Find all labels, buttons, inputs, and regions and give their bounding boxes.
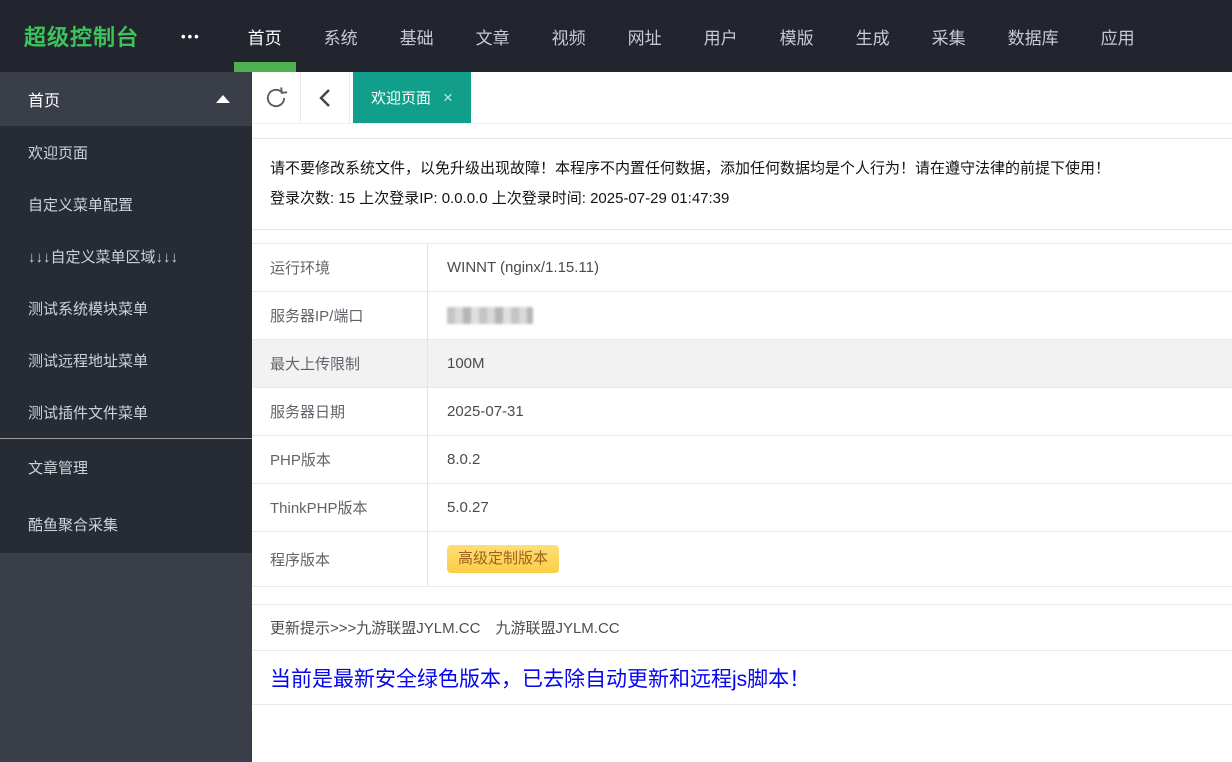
row-value: 5.0.27	[447, 499, 489, 516]
row-label: 程序版本	[252, 532, 428, 586]
nav-item-home[interactable]: 首页	[227, 0, 303, 72]
tab-welcome-page[interactable]: 欢迎页面 ×	[353, 72, 471, 123]
sidebar-group-home[interactable]: 首页	[0, 72, 252, 126]
caret-up-icon	[216, 95, 230, 103]
sidebar-collapse-icon[interactable]: •••	[181, 0, 201, 72]
sidebar-item-test-remote-url[interactable]: 测试远程地址菜单	[0, 334, 252, 386]
table-row-program-version: 程序版本 高级定制版本	[252, 532, 1232, 587]
sidebar-submenu: 欢迎页面 自定义菜单配置 ↓↓↓自定义菜单区域↓↓↓ 测试系统模块菜单 测试远程…	[0, 126, 252, 553]
row-label: 运行环境	[252, 244, 428, 291]
row-label: PHP版本	[252, 436, 428, 483]
welcome-page: 请不要修改系统文件，以免升级出现故障！本程序不内置任何数据，添加任何数据均是个人…	[252, 124, 1232, 762]
content: 欢迎页面 × 请不要修改系统文件，以免升级出现故障！本程序不内置任何数据，添加任…	[252, 72, 1232, 762]
system-notice-line1: 请不要修改系统文件，以免升级出现故障！本程序不内置任何数据，添加任何数据均是个人…	[270, 160, 1111, 177]
tab-welcome-page-label: 欢迎页面	[371, 90, 432, 107]
row-label: 服务器日期	[252, 388, 428, 435]
row-label: ThinkPHP版本	[252, 484, 428, 531]
nav-item-basic[interactable]: 基础	[379, 0, 455, 72]
refresh-button[interactable]	[252, 72, 301, 123]
back-button[interactable]	[301, 72, 350, 123]
sidebar-group-home-label: 首页	[28, 93, 61, 110]
nav-item-collect[interactable]: 采集	[911, 0, 987, 72]
nav-item-database[interactable]: 数据库	[987, 0, 1080, 72]
top-nav: 首页 系统 基础 文章 视频 网址 用户 模版 生成 采集 数据库 应用	[227, 0, 1156, 72]
main-area: 首页 欢迎页面 自定义菜单配置 ↓↓↓自定义菜单区域↓↓↓ 测试系统模块菜单 测…	[0, 72, 1232, 762]
topbar: 超级控制台 ••• 首页 系统 基础 文章 视频 网址 用户 模版 生成 采集 …	[0, 0, 1232, 72]
row-value: WINNT (nginx/1.15.11)	[447, 259, 599, 276]
row-label: 最大上传限制	[252, 340, 428, 387]
system-notice: 请不要修改系统文件，以免升级出现故障！本程序不内置任何数据，添加任何数据均是个人…	[252, 138, 1232, 230]
nav-item-generate[interactable]: 生成	[835, 0, 911, 72]
sidebar-item-test-plugin-file[interactable]: 测试插件文件菜单	[0, 386, 252, 438]
table-row-server-ip: 服务器IP/端口	[252, 292, 1232, 340]
tabstrip: 欢迎页面 ×	[252, 72, 1232, 124]
row-value: 100M	[447, 355, 485, 372]
sidebar: 首页 欢迎页面 自定义菜单配置 ↓↓↓自定义菜单区域↓↓↓ 测试系统模块菜单 测…	[0, 72, 252, 762]
sidebar-item-welcome[interactable]: 欢迎页面	[0, 126, 252, 178]
nav-item-video[interactable]: 视频	[531, 0, 607, 72]
table-row-runtime: 运行环境 WINNT (nginx/1.15.11)	[252, 244, 1232, 292]
table-row-php-version: PHP版本 8.0.2	[252, 436, 1232, 484]
nav-item-article[interactable]: 文章	[455, 0, 531, 72]
tab-close-icon[interactable]: ×	[443, 89, 453, 106]
nav-item-app[interactable]: 应用	[1080, 0, 1156, 72]
table-row-thinkphp-version: ThinkPHP版本 5.0.27	[252, 484, 1232, 532]
update-hint-row: 更新提示>>>九游联盟JYLM.CC 九游联盟JYLM.CC	[252, 604, 1232, 651]
row-value: 高级定制版本	[428, 532, 1232, 586]
admin-console: 超级控制台 ••• 首页 系统 基础 文章 视频 网址 用户 模版 生成 采集 …	[0, 0, 1232, 762]
row-value: 2025-07-31	[447, 403, 524, 420]
server-ip-masked-value	[447, 307, 533, 324]
chevron-left-icon	[319, 88, 330, 107]
sidebar-item-test-system-module[interactable]: 测试系统模块菜单	[0, 282, 252, 334]
row-value: 8.0.2	[447, 451, 481, 468]
nav-item-system[interactable]: 系统	[303, 0, 379, 72]
refresh-icon	[266, 86, 288, 107]
login-info-line: 登录次数: 15 上次登录IP: 0.0.0.0 上次登录时间: 2025-07…	[270, 190, 730, 207]
table-row-server-date: 服务器日期 2025-07-31	[252, 388, 1232, 436]
table-row-upload-limit: 最大上传限制 100M	[252, 340, 1232, 388]
sidebar-item-custom-menu-zone[interactable]: ↓↓↓自定义菜单区域↓↓↓	[0, 230, 252, 282]
row-label: 服务器IP/端口	[252, 292, 428, 339]
nav-item-user[interactable]: 用户	[683, 0, 759, 72]
sidebar-item-custom-menu-config[interactable]: 自定义菜单配置	[0, 178, 252, 230]
brand-logo[interactable]: 超级控制台	[24, 0, 139, 72]
row-value	[428, 292, 1232, 339]
server-info-table: 运行环境 WINNT (nginx/1.15.11) 服务器IP/端口 最大上传…	[252, 243, 1232, 587]
sidebar-group-kuyu-collect[interactable]: 酷鱼聚合采集	[0, 496, 252, 553]
version-safety-notice: 当前是最新安全绿色版本，已去除自动更新和远程js脚本！	[252, 651, 1232, 705]
nav-item-template[interactable]: 模版	[759, 0, 835, 72]
sidebar-group-article-manage[interactable]: 文章管理	[0, 439, 252, 496]
nav-item-url[interactable]: 网址	[607, 0, 683, 72]
version-badge: 高级定制版本	[447, 545, 560, 573]
